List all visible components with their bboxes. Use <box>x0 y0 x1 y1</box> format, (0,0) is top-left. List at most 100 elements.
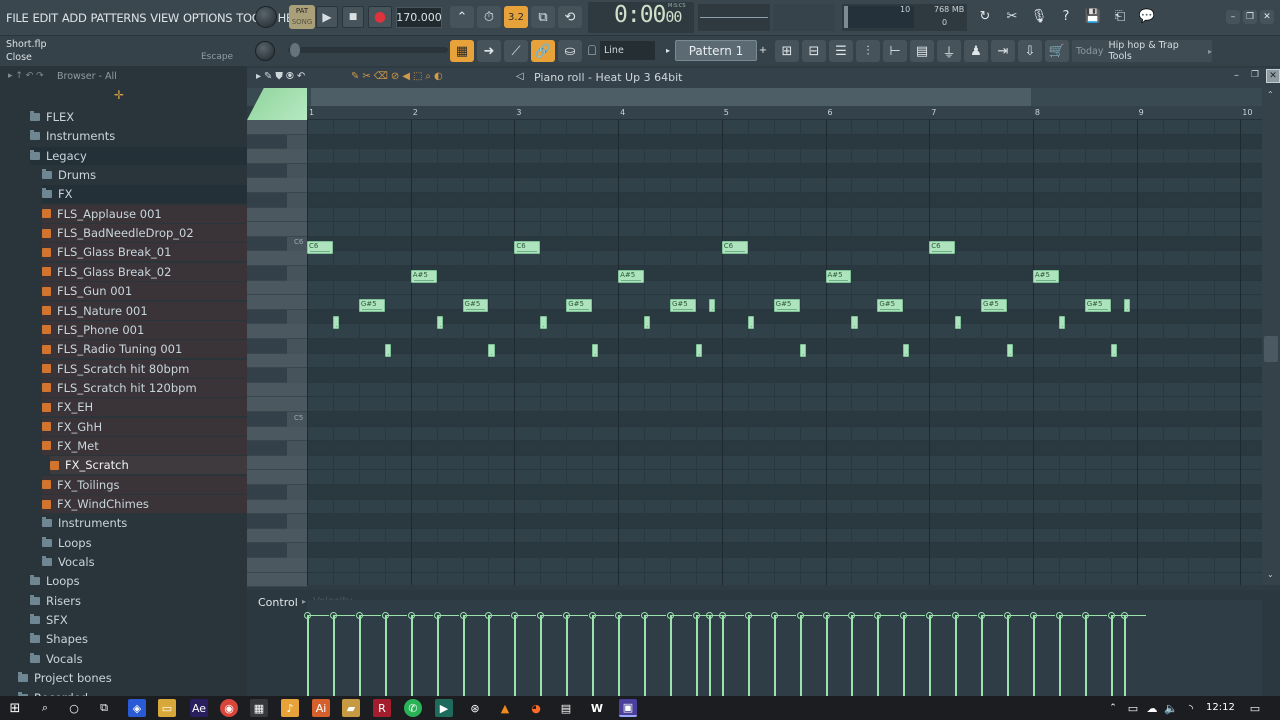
wait-input-icon[interactable]: ⏱ <box>477 6 501 28</box>
piano-key[interactable] <box>247 412 287 427</box>
browser-item[interactable]: FLS_Scratch hit 80bpm <box>42 359 247 378</box>
piano-key[interactable] <box>247 149 307 164</box>
browser-item[interactable]: FLS_Radio Tuning 001 <box>42 340 247 359</box>
piano-key[interactable] <box>247 368 287 383</box>
add-pattern-icon[interactable]: + <box>757 41 769 60</box>
piano-key[interactable] <box>247 426 307 442</box>
cut-icon[interactable]: ✂ <box>1001 5 1023 27</box>
velocity-bar[interactable] <box>307 616 309 696</box>
piano-key[interactable] <box>247 120 307 135</box>
note[interactable] <box>540 316 547 329</box>
play-button[interactable]: ▶ <box>316 6 338 28</box>
close-app-icon[interactable]: ✕ <box>1260 10 1274 24</box>
note[interactable] <box>695 344 703 357</box>
velocity-bar[interactable] <box>708 616 711 696</box>
note-grid[interactable]: C6 C6 C6 C6 A#5 A#5 A#5 A#5 G#5 G#5 G#5 G#5 G#5 G#5 G#… <box>307 120 1262 585</box>
zoom-handle[interactable] <box>247 88 307 120</box>
velocity-bar[interactable] <box>669 616 672 696</box>
note[interactable] <box>851 316 858 329</box>
note[interactable] <box>332 316 340 329</box>
velocity-bar[interactable] <box>410 616 413 696</box>
piano-key[interactable] <box>247 353 307 369</box>
note[interactable]: G#5 <box>877 299 904 312</box>
export-icon[interactable]: ⇥ <box>991 40 1015 62</box>
browser-item[interactable]: FX_EH <box>42 398 247 417</box>
fl-studio-icon[interactable]: ♪ <box>281 699 299 717</box>
velocity-bar[interactable] <box>747 616 750 696</box>
pr-maximize-icon[interactable]: ❐ <box>1251 70 1259 80</box>
piano-key[interactable] <box>247 470 307 485</box>
app-icon-4[interactable]: ⊛ <box>466 699 484 717</box>
note[interactable]: G#5 <box>981 299 1007 312</box>
app-icon-5[interactable]: ▤ <box>557 699 575 717</box>
bar-ruler[interactable] <box>307 106 1262 120</box>
blend-notes-icon[interactable]: ⧉ <box>531 6 555 28</box>
browser-item[interactable]: Loops <box>42 534 247 552</box>
minimize-icon[interactable]: – <box>1226 10 1240 24</box>
browser-item[interactable]: Shapes <box>30 630 247 648</box>
velocity-bar[interactable] <box>877 616 880 696</box>
velocity-bar[interactable] <box>1084 616 1087 696</box>
piano-key[interactable] <box>247 572 307 588</box>
cart-icon[interactable]: 🛒 <box>1045 40 1069 62</box>
browser-nav-icons[interactable]: ▸ ↑ ↶ ↷ <box>8 71 44 81</box>
piano-roll-tools-icon[interactable]: ▸✎⛊⦿↶ <box>256 71 308 82</box>
velocity-bar[interactable] <box>929 616 932 696</box>
note[interactable]: G#5 <box>358 299 385 312</box>
piano-key[interactable] <box>247 528 307 544</box>
note[interactable] <box>708 299 716 312</box>
vlc-icon[interactable]: ▲ <box>496 699 514 717</box>
note[interactable] <box>1006 344 1014 357</box>
tempo-display[interactable]: 170.000 <box>396 7 442 28</box>
note[interactable]: A#5 <box>1032 270 1059 283</box>
folder-icon[interactable]: ▰ <box>342 699 360 717</box>
piano-key[interactable] <box>247 339 287 354</box>
project-icon[interactable]: ▤ <box>910 40 934 62</box>
piano-key[interactable] <box>247 382 307 398</box>
piano-key[interactable] <box>247 324 307 339</box>
piano-key[interactable] <box>247 514 287 529</box>
piano-key[interactable] <box>247 558 307 573</box>
edit-tools-icon[interactable]: ✎✂⌫⊘◀⬚⌕◐ <box>351 71 446 82</box>
note[interactable]: G#5 <box>773 299 800 312</box>
browser-item[interactable]: FLS_Scratch hit 120bpm <box>42 378 247 397</box>
browser-item[interactable]: FX_Toilings <box>42 475 247 494</box>
velocity-bar[interactable] <box>618 616 621 696</box>
scroll-up-icon[interactable]: ⌃ <box>1267 90 1274 99</box>
clock[interactable]: 12:12 <box>1206 702 1235 713</box>
note[interactable]: A#5 <box>825 270 852 283</box>
chat-icon[interactable]: 💬 <box>1136 5 1158 27</box>
browser-item[interactable]: FLS_Nature 001 <box>42 301 247 320</box>
velocity-bar[interactable] <box>981 616 984 696</box>
browser-item[interactable]: FX_GhH <box>42 417 247 436</box>
velocity-bar[interactable] <box>436 616 439 696</box>
help-icon[interactable]: ? <box>1055 5 1077 27</box>
note[interactable] <box>955 316 962 329</box>
piano-key[interactable] <box>247 236 287 252</box>
velocity-lane[interactable] <box>304 600 1262 696</box>
touch-keyboard-icon[interactable]: ♟ <box>964 40 988 62</box>
browser-item[interactable]: FLS_Applause 001 <box>42 204 247 223</box>
browser-item[interactable]: Drums <box>42 166 247 184</box>
pattern-prev-icon[interactable]: ▸ <box>663 41 673 60</box>
app-icon-6[interactable]: ▣ <box>619 699 637 717</box>
calculator-icon[interactable]: ▦ <box>250 699 268 717</box>
wifi-icon[interactable]: ◝ <box>1182 699 1200 717</box>
velocity-bar[interactable] <box>358 616 361 696</box>
master-slider[interactable] <box>288 43 448 57</box>
note[interactable] <box>644 316 651 329</box>
velocity-bar[interactable] <box>384 616 387 696</box>
playlist-icon[interactable]: ⊞ <box>775 40 799 62</box>
browser-item[interactable]: Vocals <box>42 553 247 571</box>
save-icon[interactable]: 💾 <box>1082 5 1104 27</box>
pr-minimize-icon[interactable]: – <box>1234 70 1239 81</box>
menu-file[interactable]: FILE <box>6 11 29 25</box>
piano-key[interactable] <box>247 178 307 193</box>
browser-item[interactable]: FLS_Gun 001 <box>42 282 247 301</box>
link-icon[interactable]: 🔗 <box>531 40 555 62</box>
step-edit-button[interactable]: 3.2 <box>504 6 528 28</box>
note[interactable] <box>436 316 443 329</box>
news-next-icon[interactable]: ▸ <box>1208 47 1212 56</box>
note[interactable] <box>384 344 391 357</box>
browser-item[interactable]: FLS_BadNeedleDrop_02 <box>42 224 247 243</box>
